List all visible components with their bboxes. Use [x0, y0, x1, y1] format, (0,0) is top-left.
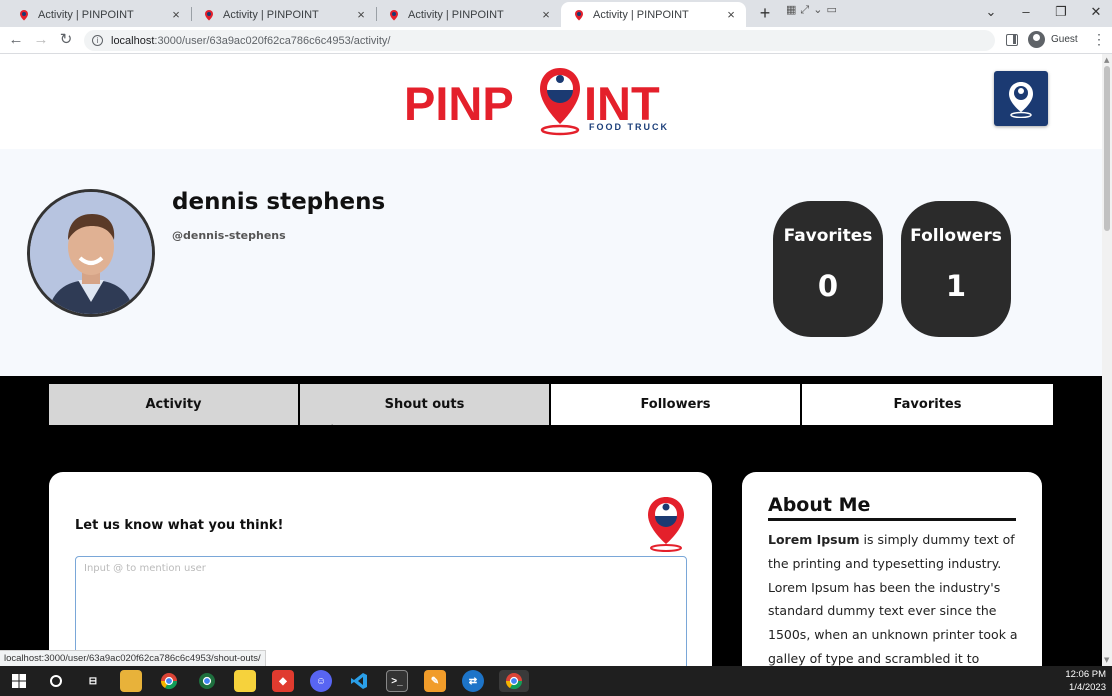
draw-app-icon[interactable]: ✎	[424, 670, 446, 692]
about-title: About Me	[768, 494, 1016, 521]
user-handle: @dennis-stephens	[172, 229, 286, 242]
pinpoint-pin-icon	[648, 497, 684, 552]
chrome-icon[interactable]	[158, 670, 180, 692]
scroll-up-icon[interactable]: ▲	[1104, 56, 1109, 64]
browser-tab[interactable]: Activity | PINPOINT ×	[376, 2, 561, 27]
about-body: is simply dummy text of the printing and…	[768, 532, 1018, 666]
file-explorer-icon[interactable]	[120, 670, 142, 692]
pinpoint-favicon-icon	[390, 9, 398, 20]
avatar	[27, 189, 155, 317]
shout-prompt: Let us know what you think!	[75, 518, 284, 533]
vscode-icon[interactable]	[348, 670, 370, 692]
expand-icon[interactable]: ⤢	[800, 3, 809, 17]
close-icon[interactable]: ×	[724, 7, 738, 22]
browser-tab[interactable]: Activity | PINPOINT ×	[6, 2, 191, 27]
logo-subtext: FOOD TRUCK	[589, 122, 669, 132]
url-host: localhost	[111, 34, 155, 47]
pin-badge-icon	[1009, 81, 1033, 118]
site-info-icon[interactable]: i	[92, 35, 103, 46]
user-name: dennis stephens	[172, 189, 386, 215]
pinpoint-logo[interactable]: PINP INT FOOD TRUCK	[404, 64, 680, 138]
logo-wordmark-left: PINP	[404, 77, 514, 130]
about-bold-lead: Lorem Ipsum	[768, 532, 860, 547]
page-viewport: PINP INT FOOD TRUCK dennis stephens @den…	[0, 54, 1102, 666]
cast-icon[interactable]: ▭	[826, 3, 836, 17]
tab-followers[interactable]: Followers	[551, 384, 800, 425]
tab-title: Activity | PINPOINT	[223, 8, 319, 21]
minimize-icon[interactable]: –	[1011, 2, 1041, 22]
clock-time: 12:06 PM	[1065, 669, 1106, 680]
browser-toolbar: ← → ↻ i localhost:3000/user/63a9ac020f62…	[0, 27, 1112, 54]
mouse-pointer-icon: ☝	[325, 421, 335, 440]
reload-icon[interactable]: ↻	[56, 30, 76, 50]
stat-value: 0	[817, 269, 839, 303]
profile-label: Guest	[1051, 34, 1078, 45]
profile-avatar-icon	[1028, 31, 1045, 48]
scroll-down-icon[interactable]: ▼	[1104, 656, 1109, 664]
profile-section: dennis stephens @dennis-stephens Favorit…	[0, 149, 1102, 376]
browser-tab-active[interactable]: Activity | PINPOINT ×	[561, 2, 746, 27]
pinpoint-favicon-icon	[205, 9, 213, 20]
sticky-notes-icon[interactable]	[234, 670, 256, 692]
teamviewer-icon[interactable]: ⇄	[462, 670, 484, 692]
restore-icon[interactable]: ❐	[1046, 2, 1076, 22]
about-text: Lorem Ipsum is simply dummy text of the …	[768, 528, 1018, 666]
tab-search-chevron-icon[interactable]: ⌄	[976, 2, 1006, 22]
kebab-menu-icon[interactable]: ⋮	[1092, 31, 1106, 48]
browser-tab[interactable]: Activity | PINPOINT ×	[191, 2, 376, 27]
stat-followers[interactable]: Followers 1	[901, 201, 1011, 337]
logo-pin-icon	[540, 68, 580, 136]
clock-date: 1/4/2023	[1069, 682, 1106, 693]
stat-label: Favorites	[783, 226, 873, 246]
chrome-active-icon[interactable]	[499, 670, 529, 692]
tab-search-extras: ▦ ⤢ ⌄ ▭	[786, 3, 837, 17]
user-photo-icon	[30, 192, 152, 314]
tab-activity[interactable]: Activity	[49, 384, 298, 425]
terminal-icon[interactable]: >_	[386, 670, 408, 692]
tab-shout-outs[interactable]: Shout outs	[300, 384, 549, 425]
tab-favorites[interactable]: Favorites	[802, 384, 1053, 425]
url-path: :3000/user/63a9ac020f62ca786c6c4953/acti…	[154, 34, 391, 47]
forward-arrow-icon[interactable]: →	[31, 30, 51, 50]
site-header: PINP INT FOOD TRUCK	[0, 54, 1102, 149]
grid-icon[interactable]: ▦	[786, 3, 796, 17]
system-clock[interactable]: 12:06 PM 1/4/2023	[1060, 668, 1112, 694]
back-arrow-icon[interactable]: ←	[6, 30, 26, 50]
stat-label: Followers	[910, 226, 1002, 246]
profile-button[interactable]: Guest	[1028, 31, 1078, 48]
discord-icon[interactable]: ☺	[310, 670, 332, 692]
new-tab-button[interactable]: +	[755, 3, 775, 23]
tab-title: Activity | PINPOINT	[593, 8, 689, 21]
chevron-down-icon[interactable]: ⌄	[813, 3, 822, 17]
page-scrollbar[interactable]: ▲ ▼	[1102, 54, 1112, 666]
stat-value: 1	[945, 269, 967, 303]
header-logo-badge[interactable]	[994, 71, 1048, 126]
status-bar-url: localhost:3000/user/63a9ac020f62ca786c6c…	[0, 650, 266, 666]
window-close-icon[interactable]: ✕	[1081, 2, 1111, 22]
search-circle-icon[interactable]	[45, 670, 67, 692]
windows-start-icon[interactable]	[8, 670, 30, 692]
task-view-icon[interactable]: ⊟	[82, 670, 104, 692]
scrollbar-thumb[interactable]	[1104, 66, 1110, 231]
chrome-dev-icon[interactable]	[196, 670, 218, 692]
windows-taskbar: ⊟ ◆ ☺ >_ ✎ ⇄ 12:06 PM 1/4/2023	[0, 666, 1112, 696]
about-me-card: About Me Lorem Ipsum is simply dummy tex…	[742, 472, 1042, 666]
pinpoint-favicon-icon	[575, 9, 583, 20]
pinpoint-favicon-icon	[20, 9, 28, 20]
stat-favorites[interactable]: Favorites 0	[773, 201, 883, 337]
tab-title: Activity | PINPOINT	[38, 8, 134, 21]
close-icon[interactable]: ×	[169, 7, 183, 22]
address-bar[interactable]: i localhost:3000/user/63a9ac020f62ca786c…	[84, 30, 995, 51]
close-icon[interactable]: ×	[354, 7, 368, 22]
git-icon[interactable]: ◆	[272, 670, 294, 692]
shout-out-card: Let us know what you think!	[49, 472, 712, 666]
tab-title: Activity | PINPOINT	[408, 8, 504, 21]
content-section: Activity Shout outs Followers Favorites …	[0, 376, 1102, 666]
side-panel-icon[interactable]	[1006, 34, 1018, 46]
close-icon[interactable]: ×	[539, 7, 553, 22]
browser-tabstrip: Activity | PINPOINT × Activity | PINPOIN…	[0, 0, 1112, 27]
